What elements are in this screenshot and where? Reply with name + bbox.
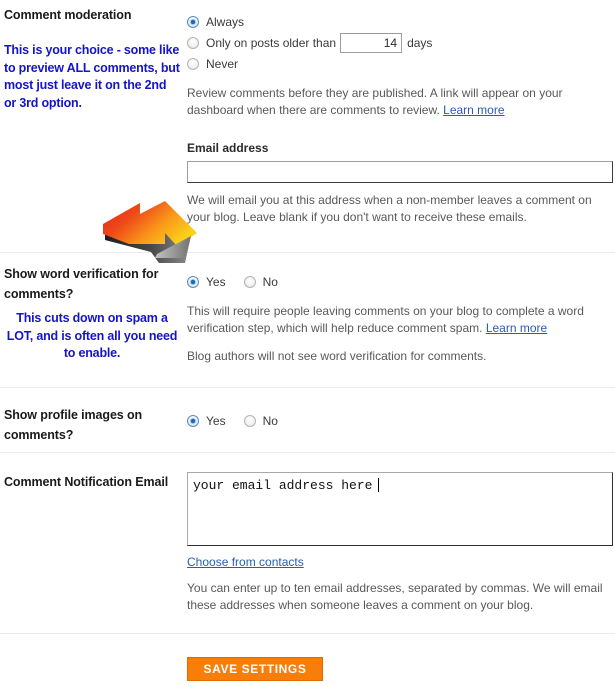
radio-label-word-verification-yes: Yes <box>206 274 226 289</box>
comment-moderation-help-text: Review comments before they are publishe… <box>187 86 563 117</box>
annotation-comment-moderation: This is your choice - some like to previ… <box>4 43 180 110</box>
annotation-word-verification: This cuts down on spam a LOT, and is oft… <box>6 311 178 360</box>
section-label-word-verification: Show word verification for comments? <box>4 267 159 301</box>
section-label-profile-images: Show profile images on comments? <box>4 408 143 442</box>
radio-profile-images-no-icon[interactable] <box>243 414 256 427</box>
radio-row-profile-images[interactable]: Yes No <box>187 410 613 431</box>
radio-never-icon[interactable] <box>187 57 199 70</box>
divider-3 <box>0 452 615 453</box>
radio-word-verification-no-icon[interactable] <box>243 275 256 288</box>
radio-row-never[interactable]: Never <box>187 53 613 74</box>
divider-1 <box>0 252 615 253</box>
word-verification-help-2: Blog authors will not see word verificat… <box>187 349 487 363</box>
radio-word-verification-yes-icon[interactable] <box>187 275 199 288</box>
section-label-notification-email: Comment Notification Email <box>4 475 169 489</box>
save-settings-button[interactable]: SAVE SETTINGS <box>187 657 323 681</box>
choose-from-contacts-link[interactable]: Choose from contacts <box>187 555 304 569</box>
radio-row-word-verification[interactable]: Yes No <box>187 271 613 292</box>
days-input[interactable] <box>340 32 403 53</box>
word-verification-help: This will require people leaving comment… <box>187 303 599 337</box>
radio-row-only-older-than[interactable]: Only on posts older than days <box>187 32 613 53</box>
learn-more-link-moderation[interactable]: Learn more <box>443 103 504 117</box>
radio-only-older-than-icon[interactable] <box>187 36 199 49</box>
comment-moderation-help: Review comments before they are publishe… <box>187 85 607 119</box>
email-address-help: We will email you at this address when a… <box>187 193 592 224</box>
radio-label-word-verification-no: No <box>262 274 278 289</box>
email-address-label: Email address <box>187 141 269 155</box>
radio-label-profile-images-yes: Yes <box>206 413 226 428</box>
divider-2 <box>0 387 615 388</box>
radio-always-icon[interactable] <box>187 15 199 28</box>
radio-row-always[interactable]: Always <box>187 11 613 32</box>
notification-email-help: You can enter up to ten email addresses,… <box>187 581 603 612</box>
learn-more-link-word-verification[interactable]: Learn more <box>486 321 547 335</box>
notification-email-textarea-wrap <box>187 472 613 549</box>
notification-email-textarea[interactable] <box>187 472 613 546</box>
radio-label-only-older-than: Only on posts older than <box>206 35 337 50</box>
radio-label-never: Never <box>206 56 239 71</box>
radio-label-profile-images-no: No <box>262 413 278 428</box>
text-caret <box>378 478 379 492</box>
radio-label-always: Always <box>206 14 245 29</box>
divider-4 <box>0 633 615 634</box>
days-suffix-label: days <box>407 35 433 50</box>
email-address-input[interactable] <box>187 161 613 183</box>
radio-profile-images-yes-icon[interactable] <box>187 414 199 427</box>
section-label-comment-moderation: Comment moderation <box>4 8 132 22</box>
settings-comments-page: Comment moderation This is your choice -… <box>0 0 615 687</box>
arrow-pointing-to-word-verification-icon <box>103 201 197 263</box>
